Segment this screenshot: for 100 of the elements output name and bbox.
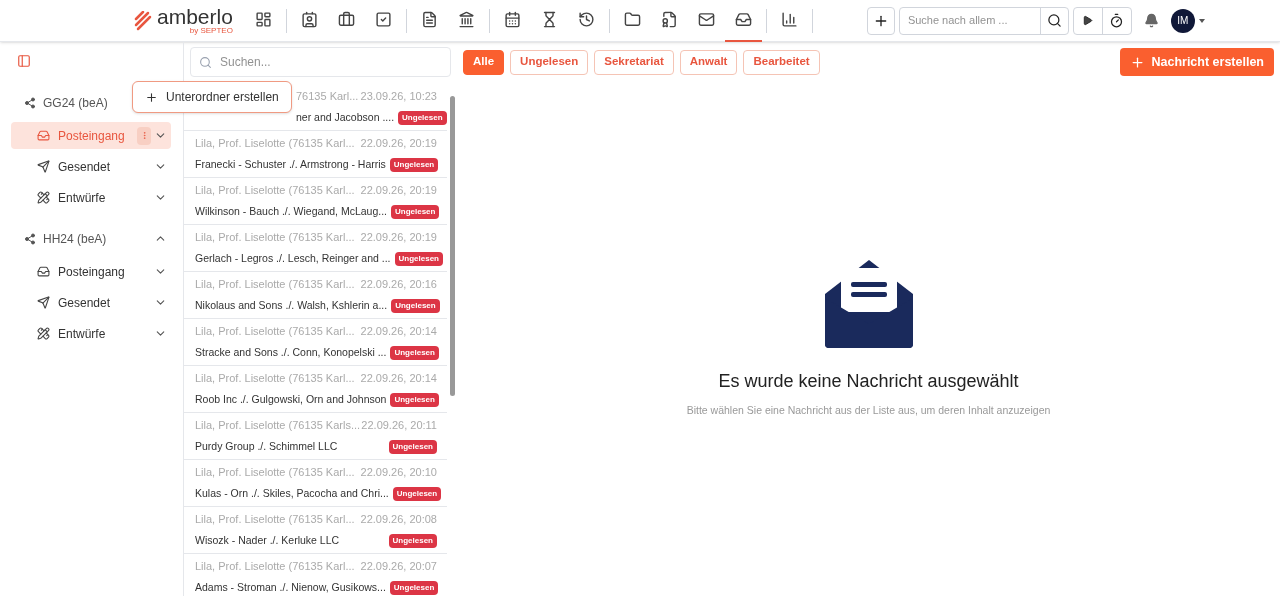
sidebar-toggle-icon[interactable]	[17, 54, 31, 68]
send-icon	[37, 296, 50, 309]
folder-label: Posteingang	[58, 263, 126, 281]
folder-item[interactable]: Gesendet	[11, 289, 171, 316]
unread-badge: Ungelesen	[391, 205, 440, 220]
folder-label: Entwürfe	[58, 325, 107, 343]
timer-icon	[1109, 13, 1125, 28]
list-search-field[interactable]: Suchen...	[190, 47, 451, 77]
message-date: 22.09.26, 20:19	[360, 135, 437, 151]
unread-badge: Ungelesen	[390, 393, 439, 408]
inbox-icon	[37, 265, 50, 278]
inbox-icon	[37, 129, 50, 142]
calendar-icon	[503, 11, 521, 28]
message-subject: Kulas - Orn ./. Skiles, Pacocha and Chri...	[195, 486, 389, 502]
search-icon	[199, 55, 212, 69]
add-button[interactable]	[866, 6, 895, 35]
folder-icon	[623, 11, 641, 28]
brand-tagline: by SEPTEO	[189, 27, 233, 35]
unread-badge: Ungelesen	[389, 581, 439, 596]
message-sender: Lila, Prof. Liselotte (76135 Karl...	[195, 135, 355, 151]
folder-label: Gesendet	[58, 158, 112, 176]
document-icon	[420, 11, 438, 28]
folder-item[interactable]: Entwürfe	[11, 320, 171, 347]
filter-tab[interactable]: Sekretariat	[594, 49, 674, 75]
unread-badge: Ungelesen	[394, 252, 443, 267]
filter-tab[interactable]: Ungelesen	[510, 49, 589, 75]
user-avatar[interactable]: IM	[1170, 8, 1195, 33]
drafts-icon	[37, 327, 50, 340]
global-search-field[interactable]: Suche nach allem ...	[898, 6, 1069, 35]
checkbox-icon	[374, 11, 392, 28]
unread-badge: Ungelesen	[392, 487, 442, 502]
search-input[interactable]: Suche nach allem ...	[899, 12, 1040, 29]
message-sender: Lila, Prof. Liselotte (76135 Karl...	[195, 558, 355, 574]
share-icon	[24, 232, 36, 245]
folder-label: Gesendet	[58, 294, 112, 312]
folder-item[interactable]: Gesendet	[11, 153, 171, 180]
message-date: 22.09.26, 20:14	[360, 323, 437, 339]
search-input[interactable]: Suchen...	[220, 53, 442, 71]
message-subject: Purdy Group ./. Schimmel LLC	[195, 439, 338, 455]
inbox-icon	[734, 11, 752, 28]
contact-card-icon	[300, 11, 318, 28]
filter-tab[interactable]: Bearbeitet	[743, 49, 820, 75]
search-icon	[1046, 13, 1062, 28]
message-subject: Nikolaus and Sons ./. Walsh, Kshlerin a...	[195, 298, 388, 314]
brand-name: amberlo	[157, 6, 233, 27]
message-sender: Lila, Prof. Liselotte (76135 Karl...	[195, 370, 355, 386]
filter-tab[interactable]: Anwalt	[679, 49, 738, 75]
message-sender: Lila, Prof. Liselotte (76135 Karl...	[195, 323, 355, 339]
message-date: 22.09.26, 20:11	[361, 417, 437, 433]
unread-badge: Ungelesen	[398, 111, 447, 126]
message-date: 22.09.26, 20:08	[360, 511, 437, 527]
message-date: 22.09.26, 20:14	[360, 370, 437, 386]
message-date: 22.09.26, 20:19	[360, 182, 437, 198]
folder-item[interactable]: Entwürfe	[11, 184, 171, 211]
unread-badge: Ungelesen	[391, 299, 440, 314]
folder-label: Posteingang	[58, 127, 126, 145]
message-sender: Lila, Prof. Liselotte (76135 Karl...	[195, 511, 355, 527]
caret-icon	[1198, 18, 1205, 23]
message-subject: Adams - Stroman ./. Nienow, Gusikows...	[195, 580, 386, 596]
bank-icon	[457, 11, 475, 28]
message-date: 22.09.26, 20:16	[360, 276, 437, 292]
plus-icon	[145, 90, 158, 104]
message-subject: Gerlach - Legros ./. Lesch, Reinger and ...	[195, 251, 391, 267]
folder-label: Entwürfe	[58, 189, 107, 207]
message-subject: Roob Inc ./. Gulgowski, Orn and Johnson	[195, 392, 387, 408]
message-date: 22.09.26, 20:19	[360, 229, 437, 245]
empty-state-title: Es wurde keine Nachricht ausgewählt	[718, 370, 1019, 393]
empty-state-subtitle: Bitte wählen Sie eine Nachricht aus der Liste aus, um deren Inhalt anzuzeigen	[686, 403, 1051, 418]
message-subject: Wilkinson - Bauch ./. Wiegand, McLaug...	[195, 204, 387, 220]
message-subject: Stracke and Sons ./. Conn, Konopelski ...	[195, 345, 387, 361]
briefcase-icon	[337, 11, 355, 28]
message-subject: ner and Jacobson ....	[296, 110, 395, 126]
bell-icon[interactable]	[1143, 13, 1159, 28]
clock-history-icon	[577, 11, 595, 28]
unread-badge: Ungelesen	[390, 346, 439, 361]
message-date: 23.09.26, 10:23	[360, 88, 437, 104]
message-sender: Lila, Prof. Liselotte (76135 Karl...	[195, 182, 355, 198]
message-date: 22.09.26, 20:10	[360, 464, 437, 480]
message-date: 22.09.26, 20:07	[360, 558, 437, 574]
message-subject: Wisozk - Nader ./. Kerluke LLC	[195, 533, 340, 549]
account-label[interactable]: HH24 (beA)	[43, 229, 154, 248]
message-sender: 76135 Karl...	[296, 88, 359, 104]
message-subject: Franecki - Schuster ./. Armstrong - Harris	[195, 157, 386, 173]
message-sender: Lila, Prof. Liselotte (76135 Karl...	[195, 464, 355, 480]
play-icon	[1082, 15, 1094, 26]
message-sender: Lila, Prof. Liselotte (76135 Karl...	[195, 276, 355, 292]
drafts-icon	[37, 191, 50, 204]
document-badge-icon	[660, 11, 678, 28]
share-icon	[24, 96, 36, 109]
message-sender: Lila, Prof. Liselotte (76135 Karl...	[195, 229, 355, 245]
chart-icon	[780, 11, 798, 28]
logo-icon	[133, 10, 153, 31]
send-icon	[37, 160, 50, 173]
unread-badge: Ungelesen	[388, 440, 437, 455]
mail-icon	[697, 11, 715, 28]
message-sender: Lila, Prof. Liselotte (76135 Karls...	[195, 417, 361, 433]
dashboard-icon	[254, 11, 272, 28]
folder-item[interactable]: Posteingang	[11, 258, 171, 285]
plus-icon	[1130, 54, 1146, 70]
unread-badge: Ungelesen	[388, 534, 437, 549]
